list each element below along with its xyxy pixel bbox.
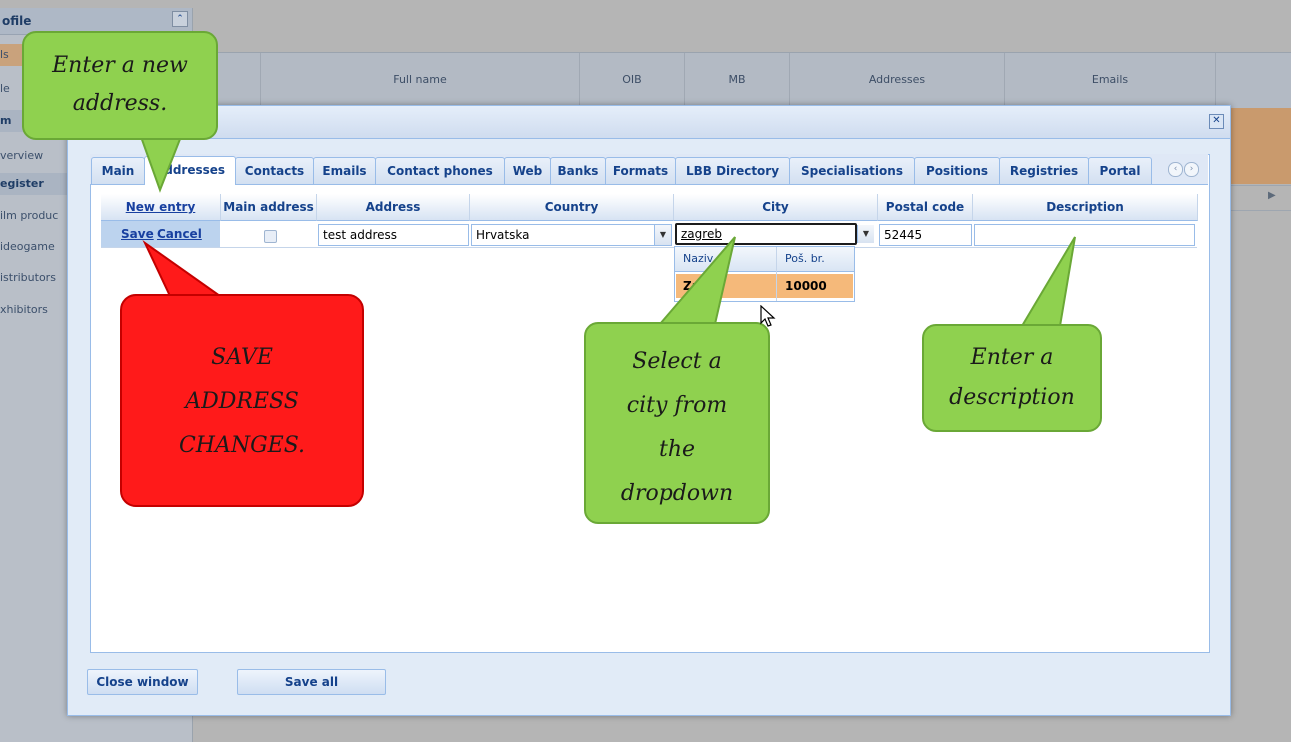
- pointer-save-changes: [142, 239, 224, 297]
- pointer-new-address: [138, 133, 184, 193]
- mouse-cursor-icon: [760, 305, 776, 327]
- callout-save-changes: SAVE ADDRESS CHANGES.: [120, 294, 364, 507]
- callout-select-city: Select a city from the dropdown: [584, 322, 770, 524]
- callout-new-address: Enter a new address.: [22, 31, 218, 140]
- callout-description: Enter a description: [922, 324, 1102, 432]
- pointer-description: [1020, 236, 1076, 327]
- pointer-select-city: [657, 236, 736, 325]
